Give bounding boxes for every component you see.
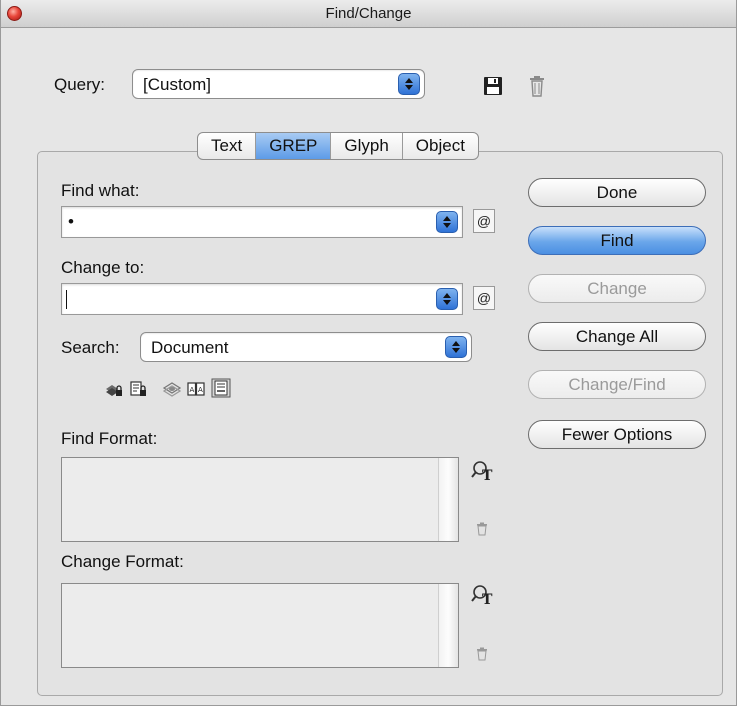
format-search-icon[interactable]: T xyxy=(471,584,495,606)
tab-grep[interactable]: GREP xyxy=(256,133,332,159)
query-select[interactable]: [Custom] xyxy=(132,69,425,99)
small-trash-icon[interactable] xyxy=(476,647,488,661)
query-select-value: [Custom] xyxy=(143,75,212,94)
tab-text[interactable]: Text xyxy=(198,133,257,159)
change-button[interactable]: Change xyxy=(528,274,706,303)
svg-text:T: T xyxy=(482,592,493,606)
find-format-label: Find Format: xyxy=(61,429,158,448)
find-change-dialog: Find/Change Query: [Custom] Text GREP Gl… xyxy=(0,0,737,706)
change-format-scrollbar[interactable] xyxy=(438,584,458,667)
svg-text:A: A xyxy=(198,386,203,394)
format-search-icon[interactable]: T xyxy=(471,460,495,482)
locked-stories-icon[interactable] xyxy=(129,380,147,398)
query-label: Query: xyxy=(54,75,106,94)
change-all-button[interactable]: Change All xyxy=(528,322,706,351)
done-button[interactable]: Done xyxy=(528,178,706,207)
mode-tabs: Text GREP Glyph Object xyxy=(197,132,479,160)
tab-glyph[interactable]: Glyph xyxy=(331,133,403,159)
find-what-value: • xyxy=(68,212,74,231)
locked-layers-icon[interactable] xyxy=(105,380,123,398)
text-caret xyxy=(66,290,67,309)
change-to-history-icon[interactable] xyxy=(436,288,458,310)
svg-text:A: A xyxy=(190,386,195,394)
change-to-input[interactable] xyxy=(61,283,463,315)
find-button[interactable]: Find xyxy=(528,226,706,255)
find-format-scrollbar[interactable] xyxy=(438,458,458,541)
search-label: Search: xyxy=(61,338,120,357)
change-find-button[interactable]: Change/Find xyxy=(528,370,706,399)
find-special-chars-button[interactable]: @ xyxy=(473,209,495,233)
trash-icon[interactable] xyxy=(529,75,545,97)
floppy-disk-icon[interactable] xyxy=(483,76,503,96)
title-bar[interactable]: Find/Change xyxy=(1,0,736,28)
master-pages-icon[interactable]: A A xyxy=(187,380,205,398)
hidden-layers-icon[interactable] xyxy=(163,380,181,398)
popup-arrows-icon xyxy=(398,73,420,95)
change-special-chars-button[interactable]: @ xyxy=(473,286,495,310)
small-trash-icon[interactable] xyxy=(476,522,488,536)
change-to-label: Change to: xyxy=(61,258,145,277)
change-format-box[interactable] xyxy=(61,583,459,668)
find-format-box[interactable] xyxy=(61,457,459,542)
change-format-label: Change Format: xyxy=(61,552,184,571)
window-title: Find/Change xyxy=(325,5,412,22)
search-scope-select[interactable]: Document xyxy=(140,332,472,362)
svg-text:T: T xyxy=(482,468,493,482)
tab-object[interactable]: Object xyxy=(403,133,478,159)
find-what-label: Find what: xyxy=(61,181,140,200)
find-what-history-icon[interactable] xyxy=(436,211,458,233)
fewer-options-button[interactable]: Fewer Options xyxy=(528,420,706,449)
find-what-input[interactable]: • xyxy=(61,206,463,238)
footnotes-icon[interactable] xyxy=(211,378,231,398)
popup-arrows-icon xyxy=(445,336,467,358)
search-scope-value: Document xyxy=(151,338,229,357)
